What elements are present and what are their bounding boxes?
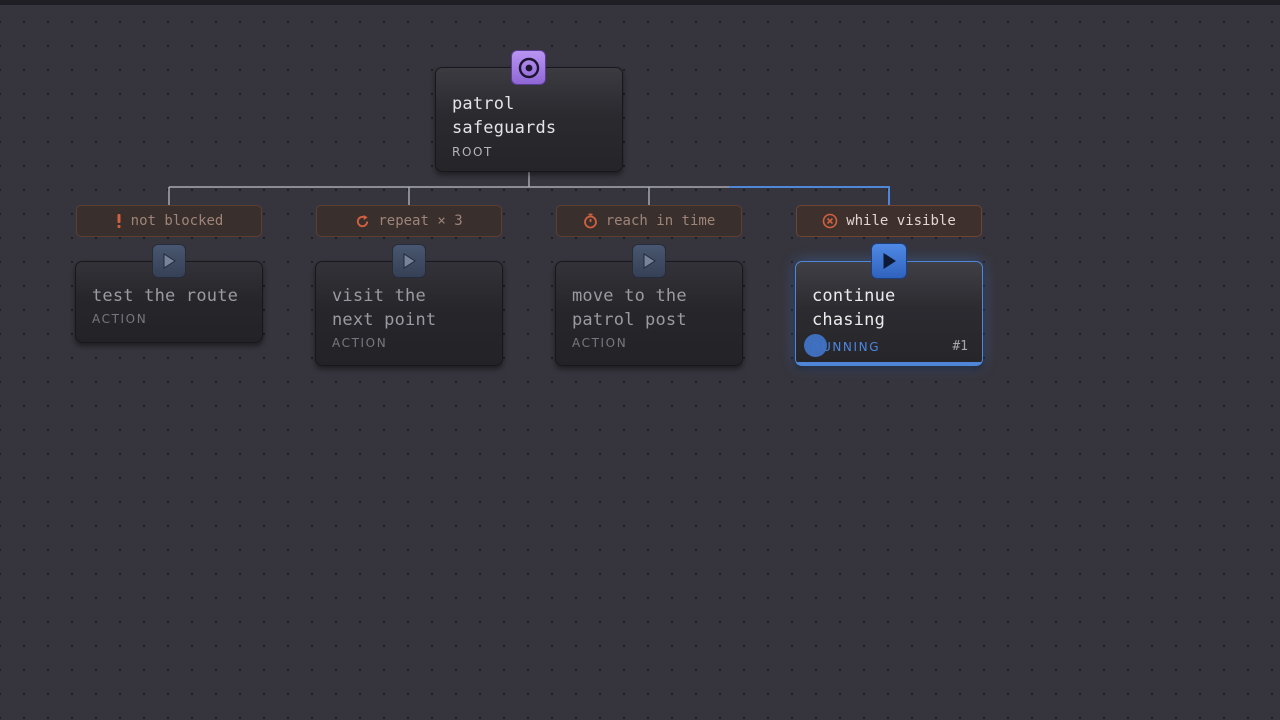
action-node-title-line1: move to the <box>572 286 687 306</box>
exclamation-icon <box>115 213 123 229</box>
action-node-title-line2: next point <box>332 310 437 330</box>
target-icon <box>511 50 546 85</box>
active-path-connector <box>729 186 890 205</box>
execution-count: #1 <box>952 339 968 354</box>
decorator-while-visible[interactable]: while visible <box>796 205 982 237</box>
play-icon <box>632 244 666 278</box>
action-node-title-line1: continue <box>812 286 896 306</box>
decorator-label: repeat × 3 <box>378 213 463 229</box>
action-node-type: ACTION <box>332 336 388 350</box>
repeat-icon <box>355 214 370 229</box>
status-row: RUNNING #1 <box>812 339 968 354</box>
progress-bar <box>796 362 982 365</box>
action-node-title-line2: patrol post <box>572 310 687 330</box>
decorator-label: while visible <box>846 213 956 229</box>
cancel-circle-icon <box>822 213 838 229</box>
root-node-title-line2: safeguards <box>452 118 557 138</box>
action-node-type: ACTION <box>572 336 628 350</box>
decorator-not-blocked[interactable]: not blocked <box>76 205 262 237</box>
action-node-type: ACTION <box>92 312 148 326</box>
timer-icon <box>583 213 598 229</box>
decorator-label: not blocked <box>130 213 224 229</box>
action-node-title-line2: chasing <box>812 310 886 330</box>
decorator-repeat[interactable]: repeat × 3 <box>316 205 502 237</box>
play-icon <box>152 244 186 278</box>
play-icon <box>392 244 426 278</box>
cursor-dot <box>804 334 827 357</box>
decorator-label: reach in time <box>605 213 716 229</box>
action-node-title: test the route <box>92 286 239 306</box>
decorator-reach-in-time[interactable]: reach in time <box>556 205 742 237</box>
root-node-title-line1: patrol <box>452 94 515 114</box>
action-node-title-line1: visit the <box>332 286 426 306</box>
root-node-type: ROOT <box>452 145 493 159</box>
play-icon <box>871 243 907 279</box>
